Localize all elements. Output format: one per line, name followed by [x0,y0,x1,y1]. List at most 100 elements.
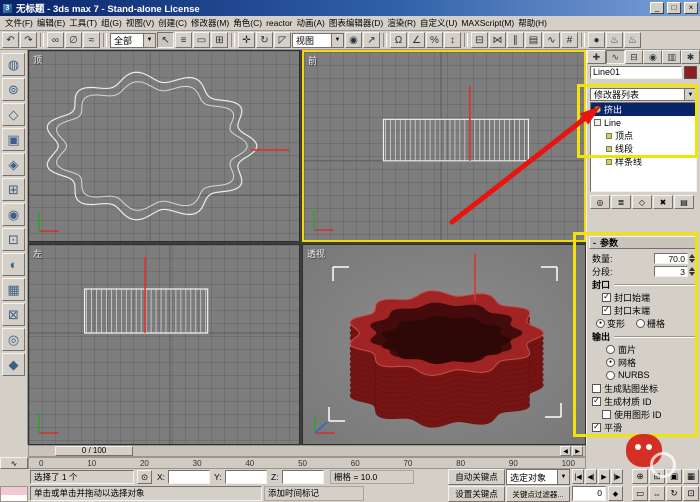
next-frame-arrow[interactable]: ▶ [572,446,583,456]
undo-button[interactable]: ↶ [2,32,19,48]
viewport-top-label[interactable]: 顶 [33,53,42,66]
show-end-result-button[interactable]: ≣ [611,195,631,209]
amount-value[interactable]: 70.0 [654,252,688,264]
segments-value[interactable]: 3 [654,265,688,277]
zoom-button[interactable]: ⊕ [632,469,648,484]
menu-modifiers[interactable]: 修改器(M) [189,16,231,30]
angle-snap-button[interactable]: ∠ [408,32,425,48]
reactor-button-7[interactable]: ◉ [2,203,25,226]
tab-motion[interactable]: ◉ [643,50,663,64]
region-zoom-button[interactable]: ▭ [632,486,648,501]
spinner-arrows-icon[interactable] [689,266,695,276]
generate-material-checkbox[interactable]: ✓ [592,396,601,406]
menu-graph-editors[interactable]: 图表编辑器(D) [327,16,385,30]
amount-spinner[interactable]: 70.0 [654,252,695,264]
menu-rendering[interactable]: 渲染(R) [385,16,418,30]
snap-toggle-button[interactable]: Ω [390,32,407,48]
reactor-button-9[interactable]: ◐ [2,253,25,276]
nurbs-radio[interactable] [606,370,615,380]
bind-spacewarp-button[interactable]: ≈ [83,32,100,48]
cap-start-checkbox[interactable]: ✓ [602,292,611,302]
redo-button[interactable]: ↷ [20,32,37,48]
grid-radio[interactable] [636,318,646,328]
modifier-bulb-icon[interactable] [594,106,601,113]
select-move-button[interactable]: ✛ [238,32,255,48]
generate-mapping-checkbox[interactable] [592,383,601,393]
key-filters-button[interactable]: 关键点过滤器... [506,486,570,502]
previous-frame-arrow[interactable]: ◀ [560,446,571,456]
menu-animation[interactable]: 动画(A) [295,16,327,30]
menu-file[interactable]: 文件(F) [3,16,35,30]
menu-tools[interactable]: 工具(T) [67,16,99,30]
patch-radio[interactable] [606,344,615,354]
schematic-view-button[interactable]: # [561,32,578,48]
zoom-extents-all-button[interactable]: ▦ [683,469,699,484]
pan-button[interactable]: ⇔ [649,486,665,501]
configure-modifier-sets-button[interactable]: ▤ [674,195,694,209]
menu-group[interactable]: 组(G) [99,16,124,30]
stack-item-segment[interactable]: 线段 [591,142,696,155]
time-slider-track[interactable]: 0 / 100 ◀ ▶ [28,445,586,457]
stack-item-line[interactable]: Line [591,116,696,129]
set-key-button[interactable]: 设置关键点 [448,486,505,502]
stack-item-spline[interactable]: 样条线 [591,155,696,168]
viewport-perspective[interactable]: 透视 [302,244,586,445]
open-mini-curve-editor-button[interactable]: ∿ [0,457,28,469]
segments-spinner[interactable]: 3 [654,265,695,277]
tab-display[interactable]: ▥ [662,50,682,64]
select-object-button[interactable]: ↖ [157,32,174,48]
use-pivot-button[interactable]: ◉ [345,32,362,48]
make-unique-button[interactable]: ◇ [632,195,652,209]
viewport-left[interactable]: 左 [28,244,300,445]
menu-maxscript[interactable]: MAXScript(M) [459,17,516,29]
reactor-button-10[interactable]: ▦ [2,278,25,301]
reactor-button-1[interactable]: ◍ [2,53,25,76]
parameters-rollout-header[interactable]: - 参数 [589,236,698,249]
layer-manager-button[interactable]: ▤ [525,32,542,48]
arc-rotate-button[interactable]: ↻ [666,486,682,501]
select-rotate-button[interactable]: ↻ [256,32,273,48]
curve-editor-button[interactable]: ∿ [543,32,560,48]
tab-hierarchy[interactable]: ⊟ [624,50,644,64]
selected-filter-dropdown[interactable]: 选定对象 ▼ [506,469,570,485]
time-slider[interactable]: 0 / 100 [55,446,133,456]
window-crossing-button[interactable]: ⊞ [211,32,228,48]
morph-radio[interactable]: ● [596,318,605,328]
minimize-button[interactable]: _ [650,2,664,14]
spinner-snap-button[interactable]: ↕ [444,32,461,48]
tab-utilities[interactable]: ✱ [681,50,700,64]
viewport-front-label[interactable]: 前 [308,54,317,67]
reference-coordinate-dropdown[interactable]: 视图 ▼ [292,32,344,48]
tab-modify[interactable]: ∿ [605,50,625,64]
viewport-left-label[interactable]: 左 [33,247,42,260]
reactor-button-11[interactable]: ⊠ [2,303,25,326]
menu-reactor[interactable]: reactor [264,17,294,29]
select-scale-button[interactable]: ◸ [274,32,291,48]
pin-stack-button[interactable]: ◎ [590,195,610,209]
selection-region-button[interactable]: ▭ [193,32,210,48]
mesh-radio[interactable]: ● [606,357,615,367]
menu-views[interactable]: 视图(V) [124,16,156,30]
viewport-top[interactable]: 顶 [28,50,300,242]
modifier-list-dropdown[interactable]: 修改器列表 ▼ [590,88,697,101]
mirror-button[interactable]: ⋈ [489,32,506,48]
menu-customize[interactable]: 自定义(U) [418,16,459,30]
next-frame-button[interactable]: |▶ [611,469,623,484]
maxscript-mini-listener[interactable] [0,486,28,502]
current-frame-field[interactable]: 0 [572,486,606,501]
reactor-button-2[interactable]: ⊚ [2,78,25,101]
reactor-button-12[interactable]: ◎ [2,328,25,351]
remove-modifier-button[interactable]: ✖ [653,195,673,209]
viewport-front-active[interactable]: 前 [302,50,586,242]
material-editor-button[interactable]: ● [588,32,605,48]
select-manipulate-button[interactable]: ↗ [363,32,380,48]
select-by-name-button[interactable]: ≡ [175,32,192,48]
x-coordinate-field[interactable] [168,470,210,484]
align-button[interactable]: ∥ [507,32,524,48]
y-coordinate-field[interactable] [225,470,267,484]
use-shape-checkbox[interactable] [602,409,611,419]
menu-help[interactable]: 帮助(H) [516,16,549,30]
named-selection-button[interactable]: ⊟ [471,32,488,48]
selection-filter-dropdown[interactable]: 全部 ▼ [110,32,156,48]
stack-item-vertex[interactable]: 顶点 [591,129,696,142]
